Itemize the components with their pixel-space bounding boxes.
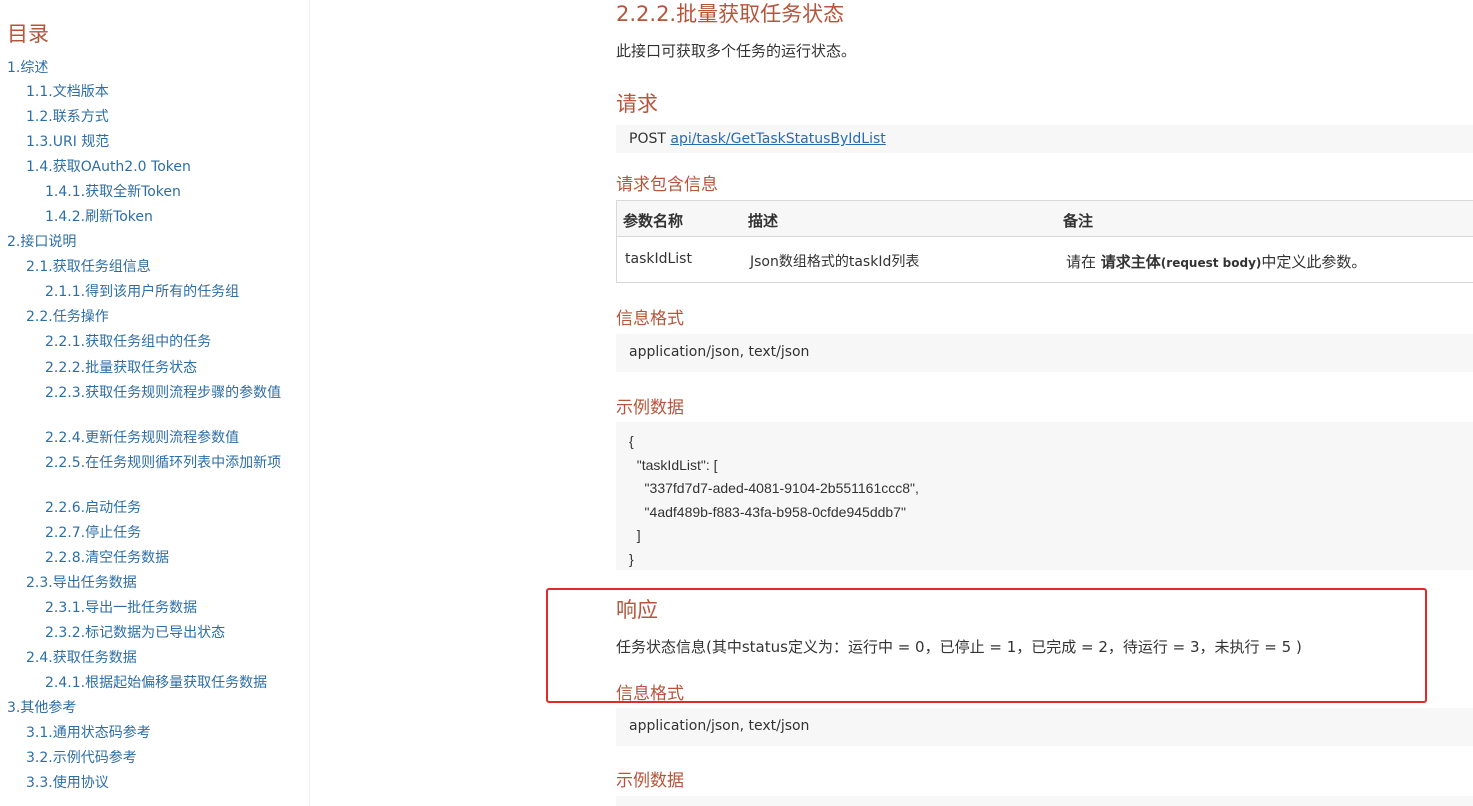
toc-item-2-1-1[interactable]: 2.1.1.得到该用户所有的任务组 (45, 282, 239, 302)
request-example-heading: 示例数据 (616, 398, 684, 418)
toc-item-3[interactable]: 3.其他参考 (7, 698, 76, 718)
response-example-heading: 示例数据 (616, 771, 684, 791)
toc-item-2-3-1[interactable]: 2.3.1.导出一批任务数据 (45, 598, 197, 618)
highlight-annotation-box (546, 588, 1427, 703)
http-method: POST (629, 131, 666, 147)
toc-item-2-3[interactable]: 2.3.导出任务数据 (26, 573, 137, 593)
response-format-block: application/json, text/json (616, 708, 1473, 746)
toc-item-1-2[interactable]: 1.2.联系方式 (26, 107, 109, 127)
toc-item-2-2-2[interactable]: 2.2.2.批量获取任务状态 (45, 358, 197, 378)
toc-item-2-3-2[interactable]: 2.3.2.标记数据为已导出状态 (45, 623, 225, 643)
example-json: { "taskIdList": [ "337fd7d7-aded-4081-91… (629, 433, 919, 567)
toc-item-2-2-8[interactable]: 2.2.8.清空任务数据 (45, 548, 169, 568)
toc-item-3-1[interactable]: 3.1.通用状态码参考 (26, 723, 151, 743)
note-small: (request body) (1160, 256, 1262, 270)
toc-item-2-2[interactable]: 2.2.任务操作 (26, 307, 109, 327)
toc-item-2[interactable]: 2.接口说明 (7, 232, 76, 252)
toc-item-2-2-7[interactable]: 2.2.7.停止任务 (45, 523, 141, 543)
request-format-value: application/json, text/json (629, 344, 810, 360)
note-bold: 请求主体 (1100, 253, 1161, 271)
th-note: 备注 (1063, 212, 1094, 230)
request-example-code-block: { "taskIdList": [ "337fd7d7-aded-4081-91… (616, 422, 1473, 570)
toc-item-3-2[interactable]: 3.2.示例代码参考 (26, 748, 137, 768)
cell-description: Json数组格式的taskId列表 (750, 254, 920, 270)
toc-title: 目录 (7, 22, 49, 46)
section-description: 此接口可获取多个任务的运行状态。 (616, 42, 857, 60)
toc-item-1-1[interactable]: 1.1.文档版本 (26, 82, 109, 102)
toc-item-2-2-3[interactable]: 2.2.3.获取任务规则流程步骤的参数值 (45, 383, 290, 403)
th-param-name: 参数名称 (623, 212, 684, 230)
toc-item-2-2-5[interactable]: 2.2.5.在任务规则循环列表中添加新项 (45, 453, 290, 473)
toc-sidebar: 目录 1.综述 1.1.文档版本 1.2.联系方式 1.3.URI 规范 1.4… (0, 0, 310, 806)
toc-item-3-3[interactable]: 3.3.使用协议 (26, 773, 109, 793)
toc-item-1-4-2[interactable]: 1.4.2.刷新Token (45, 207, 153, 227)
endpoint-link[interactable]: api/task/GetTaskStatusByIdList (670, 131, 885, 147)
toc-item-2-1[interactable]: 2.1.获取任务组信息 (26, 257, 151, 277)
request-endpoint-block: POST api/task/GetTaskStatusByIdList (616, 125, 1473, 153)
toc-item-1-4[interactable]: 1.4.获取OAuth2.0 Token (26, 157, 191, 177)
toc-item-2-2-4[interactable]: 2.2.4.更新任务规则流程参数值 (45, 428, 239, 448)
toc-item-1[interactable]: 1.综述 (7, 58, 48, 78)
request-includes-heading: 请求包含信息 (616, 175, 718, 195)
toc-item-2-2-1[interactable]: 2.2.1.获取任务组中的任务 (45, 332, 211, 352)
th-description: 描述 (748, 212, 779, 230)
request-line: POST api/task/GetTaskStatusByIdList (629, 131, 886, 147)
cell-param-name: taskIdList (625, 251, 692, 267)
toc-item-1-4-1[interactable]: 1.4.1.获取全新Token (45, 182, 181, 202)
response-example-block (616, 796, 1473, 806)
request-format-heading: 信息格式 (616, 309, 684, 329)
request-format-block: application/json, text/json (616, 334, 1473, 372)
section-title: 2.2.2.批量获取任务状态 (616, 2, 845, 26)
response-format-value: application/json, text/json (629, 718, 810, 734)
table-header: 参数名称 描述 备注 (617, 201, 1473, 237)
cell-note: 请在 请求主体(request body)中定义此参数。 (1066, 253, 1367, 271)
toc-item-2-4-1[interactable]: 2.4.1.根据起始偏移量获取任务数据 (45, 673, 267, 693)
toc-item-2-4[interactable]: 2.4.获取任务数据 (26, 648, 137, 668)
toc-item-2-2-6[interactable]: 2.2.6.启动任务 (45, 498, 141, 518)
toc-item-1-3[interactable]: 1.3.URI 规范 (26, 132, 109, 152)
request-heading: 请求 (616, 92, 658, 116)
param-table: 参数名称 描述 备注 taskIdList Json数组格式的taskId列表 … (616, 200, 1473, 283)
